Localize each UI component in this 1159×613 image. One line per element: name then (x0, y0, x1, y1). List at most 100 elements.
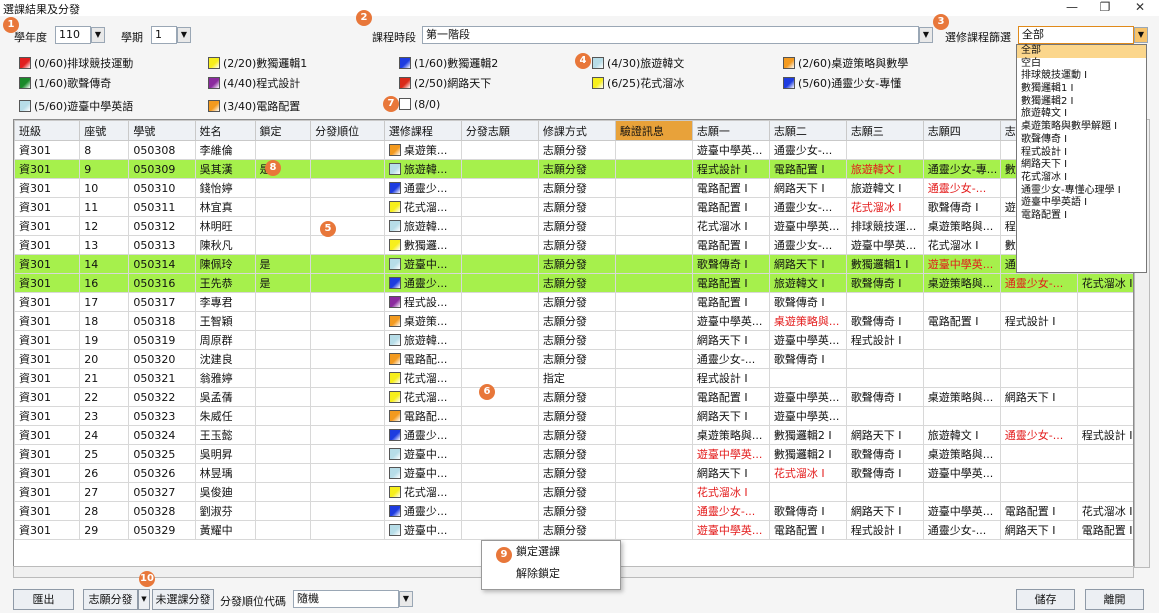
mode-cell[interactable]: 志願分發 (537, 501, 616, 521)
choice-cell[interactable] (768, 368, 847, 388)
course-filter-option[interactable]: 排球競技運動 I (1017, 70, 1146, 83)
class-cell[interactable]: 資301 (14, 349, 81, 369)
validation-cell[interactable] (614, 292, 693, 312)
validation-cell[interactable] (614, 140, 693, 160)
lock-cell[interactable] (254, 311, 312, 331)
choice-cell[interactable] (922, 406, 1001, 426)
column-header[interactable]: 志願三 (845, 120, 924, 141)
seat-cell[interactable]: 22 (79, 387, 130, 407)
class-cell[interactable]: 資301 (14, 254, 81, 274)
mode-cell[interactable]: 志願分發 (537, 235, 616, 255)
choice-cell[interactable]: 電路配置 I (922, 311, 1001, 331)
name-cell[interactable]: 李專君 (194, 292, 256, 312)
table-row[interactable]: 資301 18 050318 王智穎 桌遊策... 志願分發 遊臺中學英... 桌遊策略與..… (14, 311, 1133, 331)
choice-cell[interactable] (1076, 463, 1133, 483)
seat-cell[interactable]: 13 (79, 235, 130, 255)
course-filter-option[interactable]: 花式溜冰 I (1017, 172, 1146, 185)
choice-cell[interactable]: 數獨邏輯2 I (768, 444, 847, 464)
name-cell[interactable]: 吳明昇 (194, 444, 256, 464)
order-code-dropdown-icon[interactable]: ▼ (399, 591, 413, 607)
validation-cell[interactable] (614, 273, 693, 293)
course-cell[interactable]: 遊臺中... (383, 463, 462, 483)
table-row[interactable]: 資301 20 050320 沈建良 電路配... 志願分發 通靈少女-... 歌聲傳奇 I (14, 349, 1133, 369)
choice-cell[interactable]: 電路配置 I (768, 520, 847, 540)
seat-cell[interactable]: 21 (79, 368, 130, 388)
course-filter-select[interactable]: 全部 (1018, 26, 1134, 44)
seat-cell[interactable]: 20 (79, 349, 130, 369)
course-cell[interactable]: 桌遊策... (383, 140, 462, 160)
validation-cell[interactable] (614, 311, 693, 331)
order-cell[interactable] (310, 159, 385, 179)
choice-cell[interactable]: 歌聲傳奇 I (845, 273, 924, 293)
assigned-choice-cell[interactable] (460, 425, 539, 445)
column-header[interactable]: 志願四 (922, 120, 1001, 141)
assigned-choice-cell[interactable] (460, 501, 539, 521)
assigned-choice-cell[interactable] (460, 482, 539, 502)
choice-cell[interactable] (999, 349, 1078, 369)
table-row[interactable]: 資301 22 050322 吳孟蒨 花式溜... 志願分發 電路配置 I 遊臺中學英... 歌… (14, 387, 1133, 407)
choice-cell[interactable]: 歌聲傳奇 I (768, 349, 847, 369)
name-cell[interactable]: 陳秋凡 (194, 235, 256, 255)
year-dropdown-icon[interactable]: ▼ (91, 27, 105, 43)
year-select[interactable]: 110 (55, 26, 91, 44)
choice-cell[interactable]: 歌聲傳奇 I (922, 197, 1001, 217)
class-cell[interactable]: 資301 (14, 406, 81, 426)
seat-cell[interactable]: 11 (79, 197, 130, 217)
seat-cell[interactable]: 16 (79, 273, 130, 293)
lock-cell[interactable] (254, 425, 312, 445)
column-header[interactable]: 分發順位 (310, 120, 385, 141)
seat-cell[interactable]: 14 (79, 254, 130, 274)
course-cell[interactable]: 旅遊韓... (383, 330, 462, 350)
course-filter-option[interactable]: 空白 (1017, 58, 1146, 71)
name-cell[interactable]: 李維倫 (194, 140, 256, 160)
choice-cell[interactable] (1076, 444, 1133, 464)
choice-cell[interactable]: 電路配置 I (999, 501, 1078, 521)
student-id-cell[interactable]: 050314 (128, 254, 196, 274)
student-id-cell[interactable]: 050308 (128, 140, 196, 160)
choice-cell[interactable]: 通靈少女-... (922, 178, 1001, 198)
lock-cell[interactable] (254, 178, 312, 198)
seat-cell[interactable]: 9 (79, 159, 130, 179)
table-row[interactable]: 資301 14 050314 陳佩玲是 遊臺中... 志願分發 歌聲傳奇 I 網路天下 I 數獨… (14, 254, 1133, 274)
choice-cell[interactable]: 排球競技運... (845, 216, 924, 236)
period-dropdown-icon[interactable]: ▼ (919, 27, 933, 43)
lock-cell[interactable] (254, 235, 312, 255)
course-cell[interactable]: 旅遊韓... (383, 216, 462, 236)
assigned-choice-cell[interactable] (460, 520, 539, 540)
assigned-choice-cell[interactable] (460, 406, 539, 426)
choice-cell[interactable]: 遊臺中學英... (768, 330, 847, 350)
order-cell[interactable] (310, 425, 385, 445)
validation-cell[interactable] (614, 235, 693, 255)
seat-cell[interactable]: 24 (79, 425, 130, 445)
class-cell[interactable]: 資301 (14, 463, 81, 483)
course-filter-option[interactable]: 數獨邏輯1 I (1017, 83, 1146, 96)
table-row[interactable]: 資301 16 050316 王先恭是 通靈少... 志願分發 電路配置 I 旅遊韓文 I 歌聲… (14, 273, 1133, 293)
seat-cell[interactable]: 25 (79, 444, 130, 464)
table-row[interactable]: 資301 24 050324 王玉懿 通靈少... 志願分發 桌遊策略與... 數獨邏輯2 I… (14, 425, 1133, 445)
order-cell[interactable] (310, 330, 385, 350)
seat-cell[interactable]: 19 (79, 330, 130, 350)
lock-cell[interactable] (254, 216, 312, 236)
course-filter-option[interactable]: 全部 (1017, 45, 1146, 58)
choice-cell[interactable]: 程式設計 I (691, 159, 770, 179)
table-row[interactable]: 資301 26 050326 林昱瑀 遊臺中... 志願分發 網路天下 I 花式溜冰 I 歌聲傳… (14, 463, 1133, 483)
choice-cell[interactable] (1076, 482, 1133, 502)
order-cell[interactable] (310, 520, 385, 540)
mode-cell[interactable]: 志願分發 (537, 444, 616, 464)
validation-cell[interactable] (614, 254, 693, 274)
assigned-choice-cell[interactable] (460, 292, 539, 312)
choice-cell[interactable] (922, 292, 1001, 312)
restore-icon[interactable]: ❐ (1093, 0, 1117, 16)
choice-cell[interactable]: 歌聲傳奇 I (768, 501, 847, 521)
class-cell[interactable]: 資301 (14, 273, 81, 293)
seat-cell[interactable]: 27 (79, 482, 130, 502)
assigned-choice-cell[interactable] (460, 463, 539, 483)
table-row[interactable]: 資301 25 050325 吳明昇 遊臺中... 志願分發 遊臺中學英... 數獨邏輯2 I… (14, 444, 1133, 464)
choice-cell[interactable]: 程式設計 I (845, 330, 924, 350)
column-header[interactable]: 學號 (128, 120, 196, 141)
choice-cell[interactable] (845, 140, 924, 160)
choice-cell[interactable] (1076, 406, 1133, 426)
name-cell[interactable]: 沈建良 (194, 349, 256, 369)
validation-cell[interactable] (614, 501, 693, 521)
order-cell[interactable] (310, 197, 385, 217)
